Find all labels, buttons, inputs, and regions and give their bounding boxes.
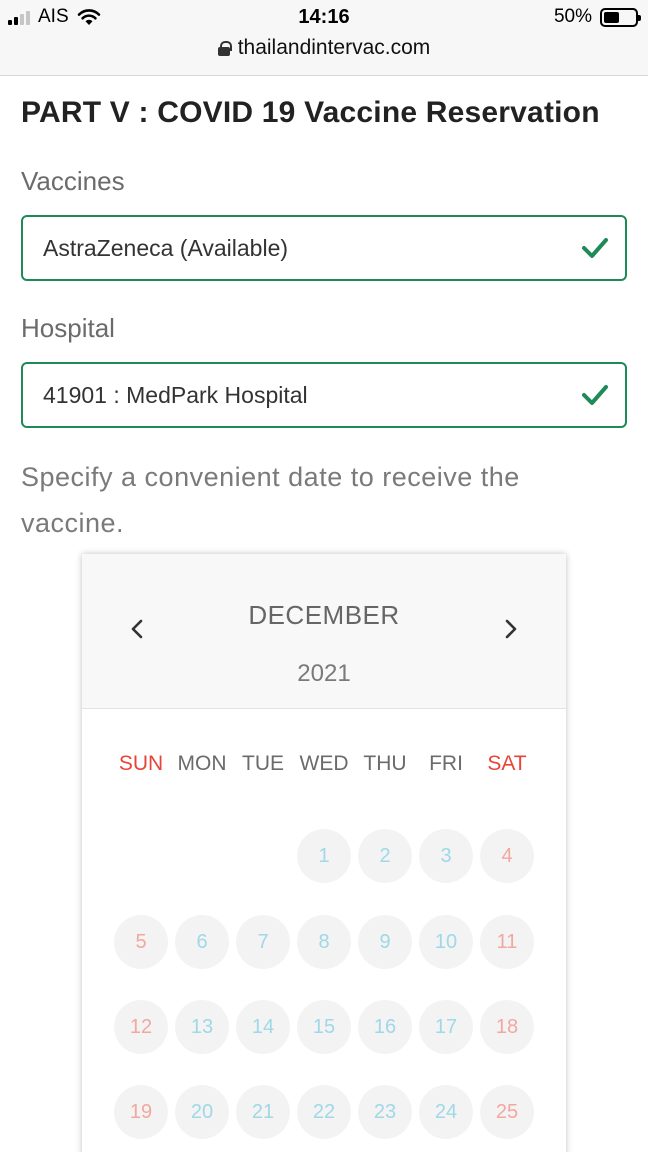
calendar-day[interactable]: 12 [114, 1000, 168, 1054]
calendar-day[interactable]: 13 [175, 1000, 229, 1054]
calendar-day[interactable]: 22 [297, 1085, 351, 1139]
calendar-day[interactable]: 7 [236, 915, 290, 969]
calendar-day[interactable]: 2 [358, 829, 412, 883]
calendar-day[interactable]: 16 [358, 1000, 412, 1054]
calendar-day[interactable]: 19 [114, 1085, 168, 1139]
address-bar[interactable]: thailandintervac.com [0, 36, 648, 60]
vaccines-label: Vaccines [21, 166, 125, 196]
calendar-day[interactable]: 9 [358, 915, 412, 969]
calendar-day[interactable]: 18 [480, 1000, 534, 1054]
calendar-day[interactable]: 4 [480, 829, 534, 883]
vaccines-select[interactable]: AstraZeneca (Available) [21, 215, 627, 281]
url-text[interactable]: thailandintervac.com [238, 36, 431, 60]
calendar-day[interactable]: 11 [480, 915, 534, 969]
calendar-day[interactable]: 23 [358, 1085, 412, 1139]
battery-percent: 50% [553, 6, 592, 27]
calendar-day[interactable]: 3 [419, 829, 473, 883]
calendar-day[interactable]: 15 [297, 1000, 351, 1054]
calendar-days-grid: 1 2 3 4 5 6 7 8 9 10 11 12 13 14 15 16 17 18 19 20 21 22 23 24 2… [82, 554, 566, 1152]
calendar-day[interactable]: 6 [175, 915, 229, 969]
page-title: PART V : COVID 19 Vaccine Reservation [21, 96, 600, 129]
date-prompt: Specify a convenient date to receive the… [21, 462, 520, 538]
date-picker: DECEMBER 2021 SUN MON TUE WED THU FRI SAT 1234… [82, 554, 566, 1152]
calendar-day[interactable]: 8 [297, 915, 351, 969]
calendar-day[interactable]: 24 [419, 1085, 473, 1139]
lock-icon [217, 40, 232, 56]
check-icon [582, 238, 608, 258]
calendar-day[interactable]: 21 [236, 1085, 290, 1139]
hospital-value: 41901 : MedPark Hospital [43, 381, 308, 408]
hospital-label: Hospital [21, 313, 115, 343]
calendar-day[interactable]: 10 [419, 915, 473, 969]
status-bar: AIS 14:16 50% thailandintervac.com [0, 0, 648, 76]
vaccines-value: AstraZeneca (Available) [43, 234, 289, 261]
calendar-day[interactable]: 17 [419, 1000, 473, 1054]
status-right: 50% [553, 6, 641, 28]
calendar-day[interactable]: 14 [236, 1000, 290, 1054]
calendar-day[interactable]: 1 [297, 829, 351, 883]
calendar-day[interactable]: 5 [114, 915, 168, 969]
battery-icon [600, 7, 641, 27]
check-icon [582, 385, 608, 405]
calendar-day[interactable]: 25 [480, 1085, 534, 1139]
calendar-day[interactable]: 20 [175, 1085, 229, 1139]
clock: 14:16 [298, 6, 350, 28]
hospital-select[interactable]: 41901 : MedPark Hospital [21, 362, 627, 428]
